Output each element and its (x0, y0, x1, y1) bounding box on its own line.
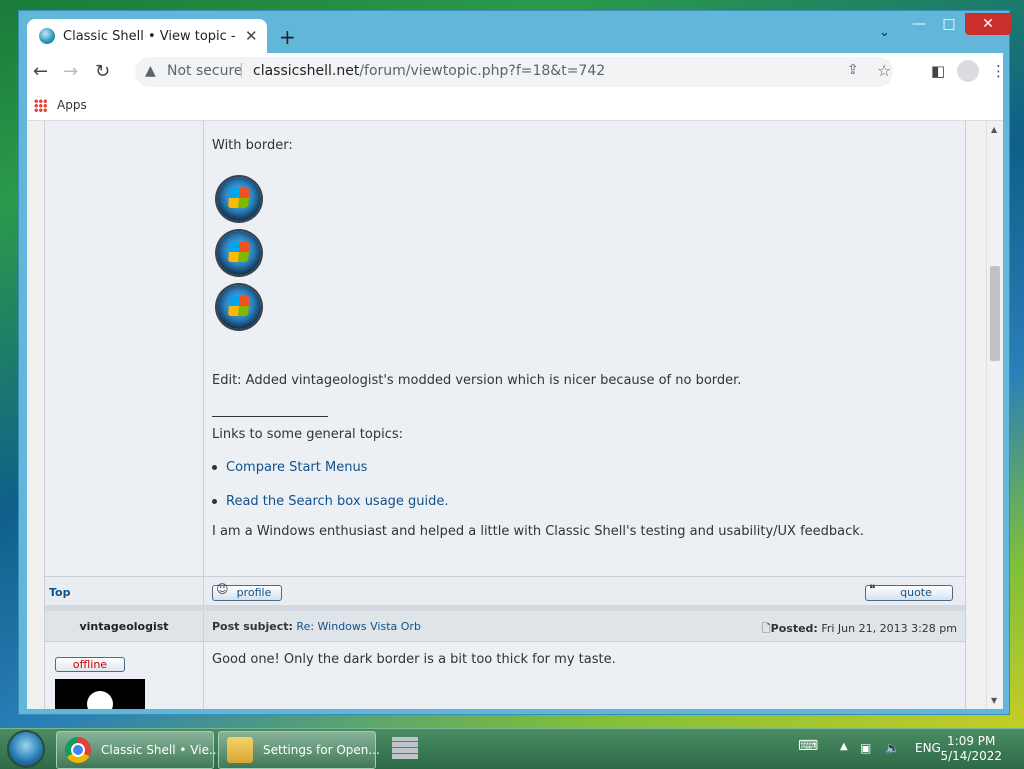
clock-time: 1:09 PM (947, 734, 996, 748)
close-window-icon[interactable]: ✕ (965, 13, 1011, 35)
tab-title: Classic Shell • View topic - Windows Vis… (63, 28, 239, 44)
vista-orb-image (217, 285, 261, 329)
address-bar[interactable]: ▲ Not secure | classicshell.net/forum/vi… (135, 57, 893, 87)
security-status[interactable]: Not secure (167, 63, 243, 79)
status-badge: offline (55, 657, 125, 672)
post1-footer: Top ☺ profile ❝ quote (45, 576, 965, 605)
vista-orb-image (217, 177, 261, 221)
keyboard-icon[interactable]: ⌨ (798, 738, 818, 754)
edit-note: Edit: Added vintageologist's modded vers… (212, 373, 742, 388)
signature-text: I am a Windows enthusiast and helped a l… (212, 524, 864, 539)
top-link[interactable]: Top (49, 586, 70, 599)
user-icon: ☺ (216, 582, 229, 596)
chrome-icon (65, 737, 91, 763)
folder-icon (227, 737, 253, 763)
post-subject: Post subject: Re: Windows Vista Orb (212, 620, 421, 633)
quote-button[interactable]: ❝ quote (865, 582, 953, 601)
url-separator: | (239, 62, 244, 78)
quote-bubble-icon: ❝ (869, 582, 876, 596)
network-icon[interactable]: ▣ (860, 741, 871, 755)
firewall-icon[interactable] (392, 737, 418, 759)
posted-label: Posted: (770, 622, 818, 635)
column-divider (203, 611, 204, 641)
new-tab-icon[interactable]: + (279, 25, 296, 49)
url-text[interactable]: classicshell.net/forum/viewtopic.php?f=1… (253, 63, 605, 79)
show-hidden-icons-icon[interactable]: ▲ (840, 741, 848, 752)
post-page-icon: 🗋 (761, 622, 771, 635)
url-path: /forum/viewtopic.php?f=18&t=742 (359, 63, 606, 79)
subject-link[interactable]: Re: Windows Vista Orb (296, 620, 421, 633)
page-viewport: With border: Edit: Added vintageologist'… (27, 121, 1003, 709)
link-item: Compare Start Menus (212, 460, 367, 475)
taskbar-item-label: Settings for Open... (263, 743, 380, 757)
column-divider (203, 577, 204, 605)
vertical-scrollbar[interactable]: ▲ ▼ (986, 121, 1003, 709)
forum-topic: With border: Edit: Added vintageologist'… (44, 121, 966, 709)
post-author[interactable]: vintageologist (45, 620, 203, 633)
bookmark-star-icon[interactable]: ☆ (877, 61, 891, 80)
browser-tab[interactable]: Classic Shell • View topic - Windows Vis… (27, 19, 267, 53)
with-border-label: With border: (212, 138, 293, 153)
site-favicon-icon (39, 28, 55, 44)
reload-icon[interactable]: ↻ (95, 61, 110, 82)
posted-date: Fri Jun 21, 2013 3:28 pm (821, 622, 957, 635)
taskbar-item-label: Classic Shell • Vie... (101, 743, 221, 757)
bookmarks-bar: Apps (27, 91, 1003, 121)
side-panel-icon[interactable]: ◧ (931, 62, 945, 80)
url-domain: classicshell.net (253, 63, 360, 79)
taskbar: Classic Shell • Vie... Settings for Open… (0, 728, 1024, 769)
bookmark-apps[interactable]: Apps (57, 98, 87, 112)
apps-grid-icon[interactable] (34, 99, 47, 112)
scroll-down-icon[interactable]: ▼ (991, 696, 997, 705)
bullet-icon (212, 465, 217, 470)
links-heading: Links to some general topics: (212, 427, 403, 442)
language-indicator[interactable]: ENG (915, 741, 941, 755)
tab-strip: Classic Shell • View topic - Windows Vis… (19, 11, 1011, 53)
clock-date: 5/14/2022 (940, 749, 1002, 763)
clock[interactable]: 1:09 PM 5/14/2022 (940, 734, 1002, 764)
post1-author-column (45, 121, 204, 576)
maximize-icon[interactable]: □ (934, 13, 964, 35)
signature-divider (212, 416, 328, 417)
vista-orb-image (217, 231, 261, 275)
subject-label: Post subject: (212, 620, 293, 633)
browser-window: Classic Shell • View topic - Windows Vis… (18, 10, 1011, 715)
bullet-icon (212, 499, 217, 504)
avatar (55, 679, 145, 709)
post2-text: Good one! Only the dark border is a bit … (212, 652, 616, 667)
back-arrow-icon[interactable]: ← (33, 61, 48, 82)
tab-close-icon[interactable]: ✕ (245, 27, 258, 45)
forward-arrow-icon[interactable]: → (63, 61, 78, 82)
menu-kebab-icon[interactable]: ⋮ (991, 62, 1006, 80)
volume-muted-icon[interactable]: 🔈 (885, 741, 900, 755)
skull-icon (87, 691, 113, 709)
scrollbar-thumb[interactable] (990, 266, 1000, 361)
warning-triangle-icon[interactable]: ▲ (145, 63, 156, 79)
browser-toolbar: ← → ↻ ▲ Not secure | classicshell.net/fo… (27, 53, 1006, 91)
link-item: Read the Search box usage guide. (212, 494, 449, 509)
profile-button-label: profile (236, 586, 272, 599)
profile-button[interactable]: ☺ profile (212, 582, 282, 601)
quote-button-label: quote (900, 586, 932, 599)
taskbar-item-chrome[interactable]: Classic Shell • Vie... (56, 731, 220, 769)
post2-header: vintageologist Post subject: Re: Windows… (45, 611, 965, 642)
share-icon[interactable]: ⇪ (847, 62, 859, 78)
search-guide-link[interactable]: Read the Search box usage guide. (226, 494, 449, 509)
start-orb-icon[interactable] (9, 732, 43, 766)
scroll-up-icon[interactable]: ▲ (991, 125, 997, 134)
compare-start-menus-link[interactable]: Compare Start Menus (226, 460, 367, 475)
post-date: 🗋Posted: Fri Jun 21, 2013 3:28 pm (762, 620, 957, 639)
profile-avatar-icon[interactable] (957, 60, 979, 82)
tab-search-chevron-icon[interactable]: ⌄ (879, 25, 890, 40)
minimize-icon[interactable]: — (904, 13, 934, 35)
taskbar-item-settings[interactable]: Settings for Open... (218, 731, 380, 769)
